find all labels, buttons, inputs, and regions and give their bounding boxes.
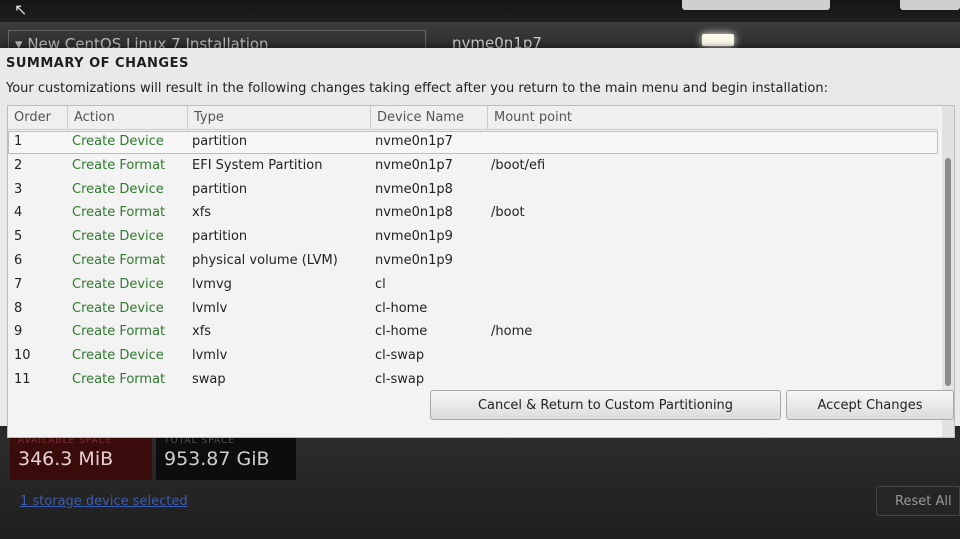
cell-order: 10 (14, 348, 31, 364)
column-type[interactable]: Type (188, 106, 371, 129)
column-action[interactable]: Action (68, 106, 188, 129)
dialog-title: SUMMARY OF CHANGES (6, 56, 189, 71)
accept-changes-button[interactable]: Accept Changes (786, 390, 954, 420)
cell-action: Create Format (72, 205, 166, 221)
cell-order: 8 (14, 300, 23, 316)
cell-order: 9 (14, 324, 23, 340)
table-row[interactable]: 5 Create Device partition nvme0n1p9 (8, 226, 938, 250)
storage-device-link[interactable]: 1 storage device selected (20, 494, 188, 509)
table-row[interactable]: 9 Create Format xfs cl-home /home (8, 321, 938, 345)
summary-dialog: SUMMARY OF CHANGES Your customizations w… (0, 48, 960, 438)
cell-device: cl-swap (375, 371, 425, 387)
cell-order: 4 (14, 205, 23, 221)
cell-order: 7 (14, 276, 23, 292)
reset-all-button[interactable]: Reset All (876, 486, 960, 516)
cell-action: Create Format (72, 371, 166, 387)
cell-action: Create Device (72, 276, 164, 292)
cell-type: partition (192, 134, 248, 149)
cell-action: Create Device (72, 134, 164, 149)
cell-device: nvme0n1p8 (375, 181, 453, 197)
total-space-value: 953.87 GiB (164, 448, 270, 470)
cell-device: nvme0n1p8 (375, 205, 453, 221)
table-header: Order Action Type Device Name Mount poin… (8, 106, 938, 130)
cell-type: lvmlv (192, 348, 228, 364)
cell-type: swap (192, 371, 226, 387)
table-row[interactable]: 6 Create Format physical volume (LVM) nv… (8, 250, 938, 274)
table-body: 1 Create Device partition nvme0n1p7 2 Cr… (8, 131, 938, 393)
table-row[interactable]: 4 Create Format xfs nvme0n1p8 /boot (8, 202, 938, 226)
cell-action: Create Device (72, 181, 164, 197)
cell-action: Create Device (72, 348, 164, 364)
cell-device: nvme0n1p9 (375, 252, 453, 268)
cell-type: lvmlv (192, 300, 228, 316)
available-space-value: 346.3 MiB (18, 448, 114, 470)
cell-type: lvmvg (192, 276, 232, 292)
installation-title: New CentOS Linux 7 Installation (27, 35, 269, 49)
top-widget-right (900, 0, 960, 10)
table-row[interactable]: 10 Create Device lvmlv cl-swap (8, 345, 938, 369)
cell-type: EFI System Partition (192, 157, 323, 173)
scrollbar-thumb[interactable] (945, 158, 951, 386)
cell-action: Create Format (72, 324, 166, 340)
cell-order: 11 (14, 371, 31, 387)
cell-order: 1 (14, 134, 23, 149)
cell-device: cl (375, 276, 386, 292)
cell-device: nvme0n1p7 (375, 134, 453, 149)
cell-type: partition (192, 181, 248, 197)
cell-device: cl-swap (375, 348, 425, 364)
column-device-name[interactable]: Device Name (371, 106, 488, 129)
table-row[interactable]: 1 Create Device partition nvme0n1p7 (8, 131, 938, 155)
table-row[interactable]: 7 Create Device lvmvg cl (8, 274, 938, 298)
cell-mount: /home (491, 324, 533, 340)
table-row[interactable]: 8 Create Device lvmlv cl-home (8, 298, 938, 322)
table-row[interactable]: 3 Create Device partition nvme0n1p8 (8, 179, 938, 203)
cell-action: Create Format (72, 252, 166, 268)
installation-dropdown[interactable]: ▾ New CentOS Linux 7 Installation (8, 30, 426, 49)
table-scrollbar[interactable] (942, 106, 954, 437)
cell-order: 2 (14, 157, 23, 173)
cell-device: cl-home (375, 324, 428, 340)
cell-type: partition (192, 229, 248, 245)
top-widget (682, 0, 830, 10)
cell-type: xfs (192, 324, 212, 340)
cell-order: 5 (14, 229, 23, 245)
glare (702, 34, 734, 46)
dialog-description: Your customizations will result in the f… (6, 81, 828, 96)
cancel-return-button[interactable]: Cancel & Return to Custom Partitioning (430, 390, 781, 420)
cell-mount: /boot/efi (491, 157, 546, 173)
cell-order: 6 (14, 252, 23, 268)
cell-type: xfs (192, 205, 212, 221)
column-mount-point[interactable]: Mount point (488, 106, 938, 129)
cell-device: nvme0n1p9 (375, 229, 453, 245)
column-order[interactable]: Order (8, 106, 68, 129)
chevron-down-icon: ▾ (15, 35, 23, 49)
cell-device: nvme0n1p7 (375, 157, 453, 173)
changes-table: Order Action Type Device Name Mount poin… (7, 105, 955, 438)
mouse-pointer-icon: ↖ (14, 0, 28, 19)
table-row[interactable]: 2 Create Format EFI System Partition nvm… (8, 155, 938, 179)
cell-action: Create Format (72, 157, 166, 173)
cell-action: Create Device (72, 300, 164, 316)
cell-mount: /boot (491, 205, 525, 221)
cell-type: physical volume (LVM) (192, 252, 338, 268)
cell-order: 3 (14, 181, 23, 197)
cell-action: Create Device (72, 229, 164, 245)
cell-device: cl-home (375, 300, 428, 316)
